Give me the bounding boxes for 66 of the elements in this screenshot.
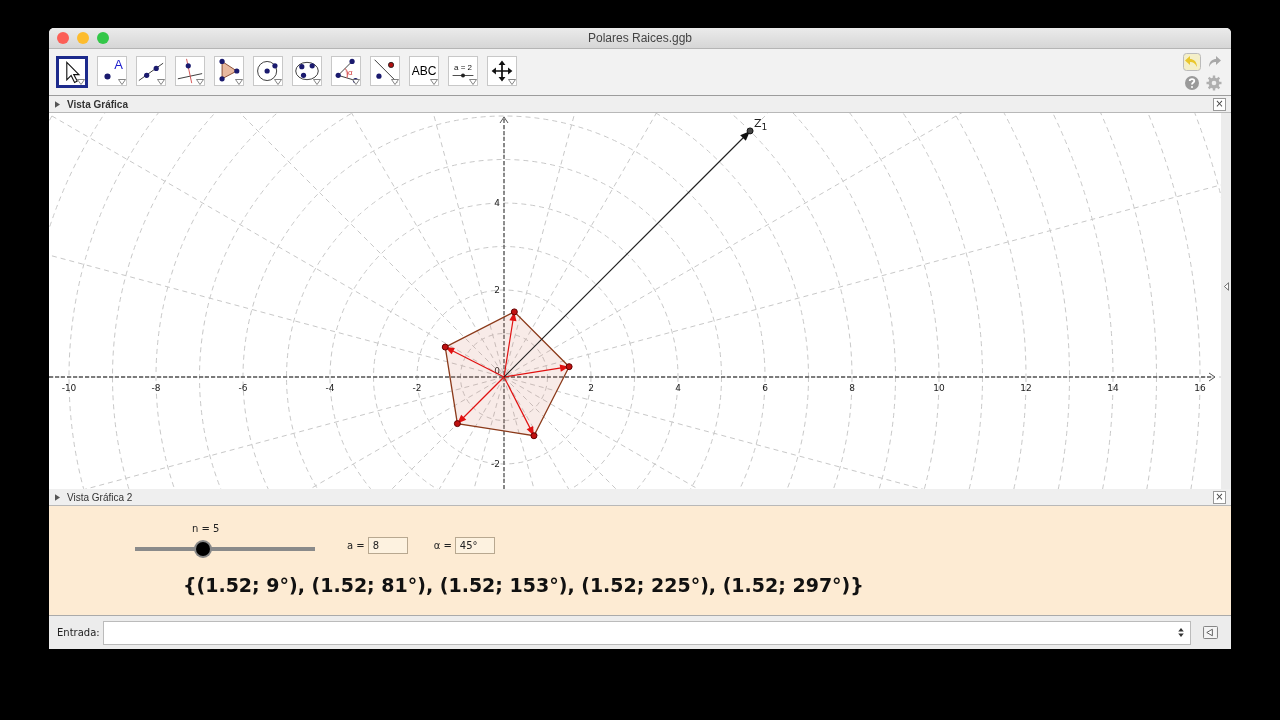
dropdown-triangle-icon [430,79,438,85]
field-label: α = [433,540,452,551]
dropdown-triangle-icon [157,79,165,85]
axis-tick-label: -10 [61,383,77,393]
view-title: Vista Gráfica [67,98,128,110]
dropdown-triangle-icon [352,79,360,85]
axis-tick-label: 12 [1020,383,1032,393]
axis-tick-label: 16 [1194,383,1206,393]
field-label: a = [347,540,365,551]
axis-tick-label: 14 [1107,383,1119,393]
dropdown-triangle-icon [508,79,516,85]
input-field[interactable]: 45° [454,537,495,554]
perpendicular-line-icon [177,58,203,84]
axis-tick-label: 6 [762,383,768,393]
tool-button[interactable]: a = 2 [448,56,478,86]
input-field[interactable] [102,620,1191,645]
window-title: Polares Raices.ggb [587,31,693,45]
move-arrows-icon [489,58,515,84]
axis-tick-label: 2 [588,383,594,393]
dropdown-triangle-icon [235,79,243,85]
view-title: Vista Gráfica 2 [67,491,133,503]
axis-tick-label: -8 [151,383,161,393]
axis-tick-label: -4 [325,383,335,393]
root-point [530,432,538,440]
close-view-button[interactable]: × [1213,490,1226,504]
tool-button[interactable]: A [97,56,127,86]
axis-tick-label: 2 [494,285,500,295]
axis-tick-label: 10 [933,383,945,393]
axis-tick-label: -6 [238,383,248,393]
dropdown-triangle-icon [469,79,477,85]
axis-tick-label: 0 [494,366,500,376]
axis-tick-label: -2 [412,383,422,393]
expand-triangle-icon[interactable] [55,100,60,108]
up-down-arrows-icon[interactable] [1178,627,1184,638]
input-label: Entrada: [57,627,100,638]
slider-thumb[interactable] [196,542,211,556]
axis-tick-label: 4 [675,383,681,393]
z1-point [746,127,754,135]
dropdown-triangle-icon [313,79,321,85]
point-icon [104,73,111,80]
expand-triangle-icon[interactable] [55,493,60,501]
dropdown-triangle-icon [77,79,85,85]
axis-tick-label: 4 [494,198,500,208]
root-point [441,343,449,351]
root-point [565,363,573,371]
slider-label: n = 5 [192,523,221,534]
dropdown-triangle-icon [196,79,204,85]
dropdown-triangle-icon [118,79,126,85]
roots-list-text: {(1.52; 9°), (1.52; 81°), (1.52; 153°), (1.52; 225°), (1.52; 297°)} [183,574,865,596]
tool-button[interactable] [56,56,88,88]
close-view-button[interactable]: × [1213,97,1226,111]
dropdown-triangle-icon [391,79,399,85]
triangle-icon [216,58,242,84]
root-point [510,308,518,316]
slider-icon [451,72,475,79]
point-label: Z$_{1}$ [754,116,768,133]
dropdown-triangle-icon [274,79,282,85]
help-icon[interactable] [1183,73,1201,92]
keyboard-toggle-icon[interactable] [1203,626,1218,639]
collapse-triangle-icon[interactable] [1223,281,1229,291]
input-field[interactable]: 8 [367,537,408,554]
tool-button[interactable]: ABC [409,56,439,86]
axis-tick-label: 8 [849,383,855,393]
root-point [453,420,461,428]
tool-button[interactable]: α [331,56,361,86]
axis-tick-label: -2 [491,459,500,469]
